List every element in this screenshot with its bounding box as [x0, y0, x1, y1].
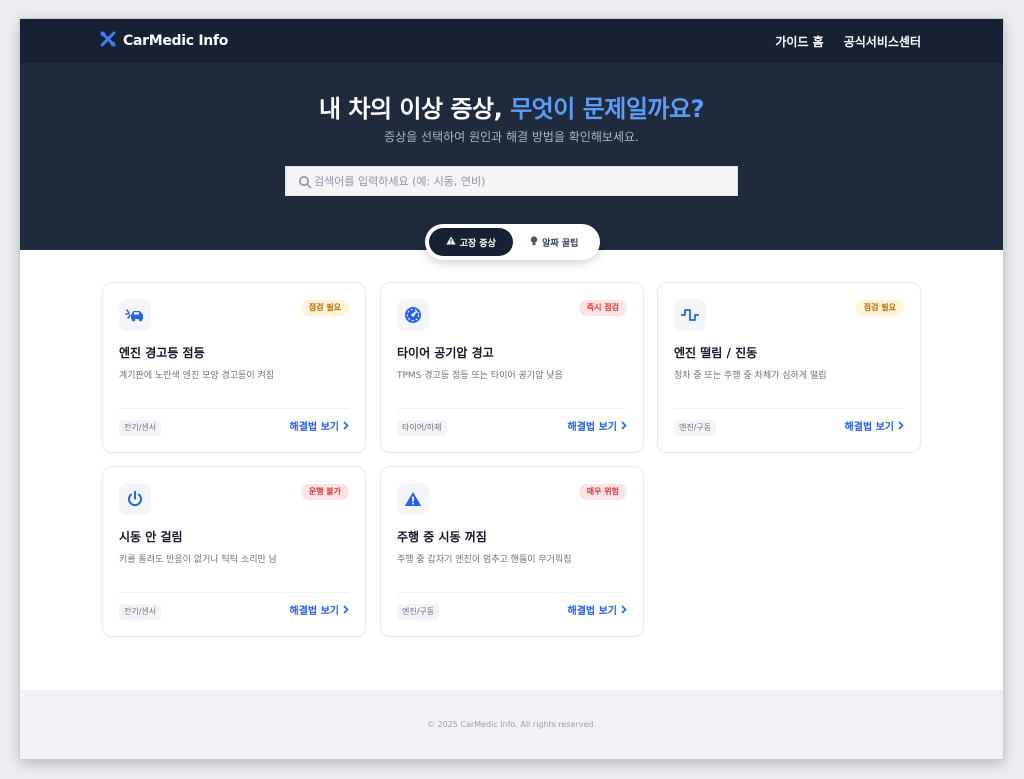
symptom-card[interactable]: 운행 불가 시동 안 걸림 키를 돌려도 반응이 없거나 틱틱 소리만 남 전기…	[102, 466, 366, 637]
copyright-text: © 2025 CarMedic Info. All rights reserve…	[426, 720, 597, 729]
chevron-right-icon	[343, 420, 349, 436]
view-solution-link[interactable]: 해결법 보기	[845, 420, 904, 436]
status-badge: 즉시 점검	[578, 300, 627, 316]
chevron-right-icon	[621, 420, 627, 436]
card-title: 엔진 경고등 점등	[119, 346, 205, 360]
view-solution-link[interactable]: 해결법 보기	[568, 604, 627, 620]
view-solution-label: 해결법 보기	[567, 606, 617, 617]
tools-icon	[100, 31, 116, 51]
symptom-card[interactable]: 매우 위험 주행 중 시동 꺼짐 주행 중 갑자기 엔진이 멈추고 핸들이 무거…	[380, 466, 644, 637]
search-input[interactable]	[286, 167, 737, 195]
view-solution-label: 해결법 보기	[567, 422, 617, 433]
chevron-right-icon	[343, 604, 349, 620]
car-crash-icon	[119, 299, 151, 331]
top-navbar: CarMedic Info 가이드 홈 공식서비스센터	[20, 19, 1003, 63]
view-solution-label: 해결법 보기	[844, 422, 894, 433]
card-description: TPMS 경고등 점등 또는 타이어 공기압 낮음	[397, 371, 563, 381]
category-tag: 엔진/구동	[397, 604, 440, 620]
card-divider	[119, 408, 349, 409]
main-nav: 가이드 홈 공식서비스센터	[775, 33, 921, 50]
symptom-card[interactable]: 즉시 점검 타이어 공기압 경고 TPMS 경고등 점등 또는 타이어 공기압 …	[380, 282, 644, 453]
page-subtitle: 증상을 선택하여 원인과 해결 방법을 확인해보세요.	[384, 130, 639, 144]
view-solution-label: 해결법 보기	[289, 422, 339, 433]
triangle-warning-icon	[397, 483, 429, 515]
category-tag: 타이어/하체	[397, 420, 447, 436]
card-divider	[674, 408, 904, 409]
hero-section: CarMedic Info 가이드 홈 공식서비스센터 내 차의 이상 증상, …	[20, 19, 1003, 250]
chevron-right-icon	[898, 420, 904, 436]
status-badge: 운행 불가	[300, 484, 349, 500]
browser-window: CarMedic Info 가이드 홈 공식서비스센터 내 차의 이상 증상, …	[20, 19, 1003, 759]
gauge-icon	[397, 299, 429, 331]
brand-logo[interactable]: CarMedic Info	[100, 31, 228, 51]
card-title: 주행 중 시동 꺼짐	[397, 530, 487, 544]
category-tabs: 고장 증상 알짜 꿀팁	[425, 224, 600, 260]
lightbulb-icon	[530, 235, 538, 249]
search-bar	[285, 166, 738, 196]
card-title: 시동 안 걸림	[119, 530, 183, 544]
tab-tips-label: 알짜 꿀팁	[542, 238, 579, 249]
brand-name: CarMedic Info	[123, 33, 229, 49]
card-divider	[119, 592, 349, 593]
card-title: 엔진 떨림 / 진동	[674, 346, 758, 360]
view-solution-link[interactable]: 해결법 보기	[290, 420, 349, 436]
nav-service-center[interactable]: 공식서비스센터	[844, 33, 921, 50]
category-tag: 전기/센서	[119, 604, 162, 620]
symptom-card[interactable]: 점검 필요 엔진 떨림 / 진동 정차 중 또는 주행 중 차체가 심하게 떨림…	[657, 282, 921, 453]
title-main: 내 차의 이상 증상,	[318, 95, 511, 123]
tab-symptoms-label: 고장 증상	[459, 238, 496, 249]
page-footer: © 2025 CarMedic Info. All rights reserve…	[20, 690, 1003, 759]
chevron-right-icon	[621, 604, 627, 620]
title-accent: 무엇이 문제일까요?	[510, 95, 705, 123]
power-icon	[119, 483, 151, 515]
page-title: 내 차의 이상 증상, 무엇이 문제일까요?	[20, 89, 1003, 124]
category-tag: 전기/센서	[119, 420, 162, 436]
card-divider	[397, 592, 627, 593]
status-badge: 점검 필요	[300, 300, 349, 316]
card-description: 키를 돌려도 반응이 없거나 틱틱 소리만 남	[119, 555, 277, 565]
card-divider	[397, 408, 627, 409]
view-solution-link[interactable]: 해결법 보기	[568, 420, 627, 436]
status-badge: 매우 위험	[578, 484, 627, 500]
category-tag: 엔진/구동	[674, 420, 717, 436]
nav-guide-home[interactable]: 가이드 홈	[775, 33, 823, 50]
tab-tips[interactable]: 알짜 꿀팁	[513, 228, 597, 256]
symptom-card[interactable]: 점검 필요 엔진 경고등 점등 계기판에 노란색 엔진 모양 경고등이 켜짐 전…	[102, 282, 366, 453]
tab-symptoms[interactable]: 고장 증상	[429, 228, 513, 256]
view-solution-label: 해결법 보기	[289, 606, 339, 617]
card-description: 주행 중 갑자기 엔진이 멈추고 핸들이 무거워짐	[397, 555, 572, 565]
card-description: 계기판에 노란색 엔진 모양 경고등이 켜짐	[119, 371, 275, 381]
card-title: 타이어 공기압 경고	[397, 346, 494, 360]
wave-icon	[674, 299, 706, 331]
search-icon	[298, 174, 312, 193]
card-description: 정차 중 또는 주행 중 차체가 심하게 떨림	[674, 371, 827, 381]
view-solution-link[interactable]: 해결법 보기	[290, 604, 349, 620]
warning-icon	[446, 236, 456, 248]
status-badge: 점검 필요	[855, 300, 904, 316]
